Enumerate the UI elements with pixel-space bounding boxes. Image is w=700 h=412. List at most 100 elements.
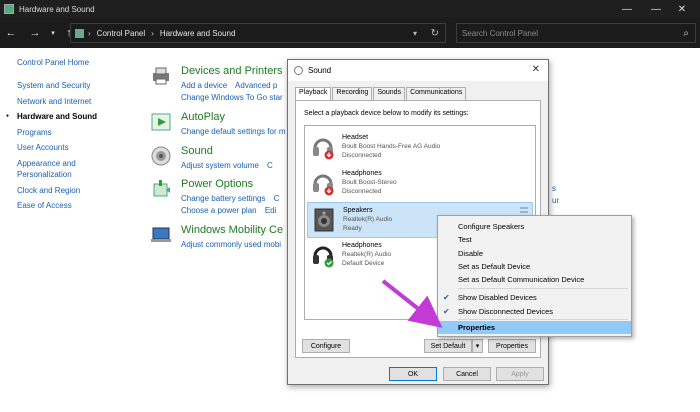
device-driver: Realtek(R) Audio: [343, 216, 393, 223]
nav-user-accounts[interactable]: User Accounts: [17, 140, 137, 156]
power-options-title[interactable]: Power Options: [181, 178, 253, 190]
menu-label: Disable: [458, 249, 484, 258]
menu-separator: [458, 319, 628, 320]
power-plan-link[interactable]: Choose a power plan: [181, 206, 257, 215]
windows-to-go-link[interactable]: Change Windows To Go star: [181, 93, 283, 102]
speaker-icon: [151, 146, 171, 166]
device-name: Speakers: [343, 207, 373, 214]
printer-icon: [153, 67, 169, 85]
window-title: Hardware and Sound: [19, 4, 95, 14]
breadcrumb-control-panel[interactable]: Control Panel: [97, 29, 145, 38]
checkmark-icon: ✔: [443, 307, 450, 316]
device-name: Headphones: [342, 170, 382, 177]
mobility-icon: [151, 227, 171, 242]
autoplay-settings-link[interactable]: Change default settings for m: [181, 127, 286, 136]
menu-label: Configure Speakers: [458, 222, 525, 231]
dialog-close-icon[interactable]: ✕: [532, 64, 540, 75]
set-default-button[interactable]: Set Default: [424, 339, 472, 353]
menu-separator: [458, 288, 628, 289]
search-icon: ⌕: [683, 27, 689, 39]
configure-button[interactable]: Configure: [302, 339, 350, 353]
device-status: Disconnected: [342, 188, 382, 195]
device-name: Headphones: [342, 242, 382, 249]
control-panel-home-link[interactable]: Control Panel Home: [17, 58, 137, 67]
control-panel-icon: [4, 4, 14, 14]
headphones-icon: [313, 174, 334, 196]
menu-test[interactable]: Test: [438, 233, 631, 246]
mobility-title[interactable]: Windows Mobility Ce: [181, 224, 283, 236]
sound-link-2[interactable]: C: [267, 161, 273, 170]
menu-set-default-device[interactable]: Set as Default Device: [438, 260, 631, 273]
device-driver: Boult Boost-Stereo: [342, 179, 397, 186]
nav-hardware-sound[interactable]: Hardware and Sound: [6, 109, 137, 125]
headset-icon: [313, 138, 334, 160]
recent-chevron-icon[interactable]: ▾: [46, 29, 60, 37]
power-icon: [153, 180, 170, 197]
device-item[interactable]: Headset Boult Boost Hands-Free AG Audio …: [307, 130, 533, 166]
cancel-button[interactable]: Cancel: [443, 367, 491, 381]
nav-network-internet[interactable]: Network and Internet: [17, 94, 137, 110]
ok-button[interactable]: OK: [389, 367, 437, 381]
device-status: Default Device: [342, 260, 385, 267]
address-dropdown-icon[interactable]: ▾: [413, 29, 417, 38]
autoplay-icon: [151, 113, 171, 131]
menu-set-default-comm-device[interactable]: Set as Default Communication Device: [438, 273, 631, 286]
context-menu: Configure Speakers Test Disable Set as D…: [437, 215, 632, 337]
dialog-tabs: Playback Recording Sounds Communications: [295, 87, 467, 100]
menu-show-disconnected[interactable]: ✔ Show Disconnected Devices: [438, 305, 631, 318]
close-button[interactable]: ✕: [667, 0, 697, 18]
nav-personalization[interactable]: Personalization: [17, 169, 137, 180]
advanced-printer-link[interactable]: Advanced p: [235, 81, 277, 90]
sound-title[interactable]: Sound: [181, 145, 213, 157]
checkmark-icon: ✔: [443, 293, 450, 302]
tab-playback[interactable]: Playback: [295, 87, 332, 100]
power-link-4[interactable]: Edi: [265, 206, 277, 215]
mobility-settings-link[interactable]: Adjust commonly used mobi: [181, 240, 281, 249]
nav-ease-of-access[interactable]: Ease of Access: [17, 198, 137, 214]
battery-settings-link[interactable]: Change battery settings: [181, 194, 266, 203]
headphones-icon: [313, 246, 334, 268]
tab-communications[interactable]: Communications: [406, 87, 467, 100]
tab-sounds[interactable]: Sounds: [373, 87, 406, 100]
menu-label: Properties: [458, 323, 496, 332]
device-driver: Boult Boost Hands-Free AG Audio: [342, 143, 441, 150]
refresh-icon[interactable]: ↻: [431, 28, 439, 39]
minimize-button-2[interactable]: —: [612, 0, 642, 18]
dialog-title: Sound: [308, 66, 332, 75]
sound-dialog-icon: [294, 66, 303, 75]
adjust-volume-link[interactable]: Adjust system volume: [181, 161, 259, 170]
device-status: Disconnected: [342, 152, 382, 159]
back-arrow-icon[interactable]: ←: [4, 27, 18, 39]
tab-recording[interactable]: Recording: [332, 87, 373, 100]
search-input[interactable]: Search Control Panel ⌕: [456, 23, 696, 43]
menu-disable[interactable]: Disable: [438, 247, 631, 260]
dialog-title-bar: Sound: [288, 60, 548, 81]
right-link-2[interactable]: ur: [552, 196, 559, 205]
menu-properties[interactable]: Properties: [438, 321, 631, 334]
nav-clock-region[interactable]: Clock and Region: [17, 183, 137, 199]
autoplay-title[interactable]: AutoPlay: [181, 111, 225, 123]
breadcrumb-hardware-sound[interactable]: Hardware and Sound: [160, 29, 236, 38]
device-driver: Realtek(R) Audio: [342, 251, 392, 258]
address-field[interactable]: › Control Panel › Hardware and Sound ▾ ↻: [70, 23, 446, 43]
nav-appearance[interactable]: Appearance and: [17, 158, 137, 169]
breadcrumb-icon: [75, 28, 84, 38]
add-device-link[interactable]: Add a device: [181, 81, 227, 90]
instruction-text: Select a playback device below to modify…: [304, 110, 469, 117]
apply-button[interactable]: Apply: [496, 367, 544, 381]
power-link-2[interactable]: C: [274, 194, 280, 203]
menu-configure-speakers[interactable]: Configure Speakers: [438, 220, 631, 233]
set-default-dropdown-icon[interactable]: ▾: [472, 339, 483, 353]
device-item[interactable]: Headphones Boult Boost-Stereo Disconnect…: [307, 166, 533, 202]
menu-label: Show Disconnected Devices: [458, 307, 554, 316]
device-name: Headset: [342, 134, 369, 141]
menu-show-disabled[interactable]: ✔ Show Disabled Devices: [438, 291, 631, 304]
nav-programs[interactable]: Programs: [17, 125, 137, 141]
title-bar: Hardware and Sound — ✕ —: [0, 0, 700, 18]
properties-button[interactable]: Properties: [488, 339, 536, 353]
nav-system-security[interactable]: System and Security: [17, 78, 137, 94]
right-link-1[interactable]: s: [552, 184, 556, 193]
forward-arrow-icon[interactable]: →: [28, 27, 42, 39]
left-nav: Control Panel Home System and Security N…: [6, 58, 137, 214]
devices-printers-title[interactable]: Devices and Printers: [181, 65, 283, 77]
